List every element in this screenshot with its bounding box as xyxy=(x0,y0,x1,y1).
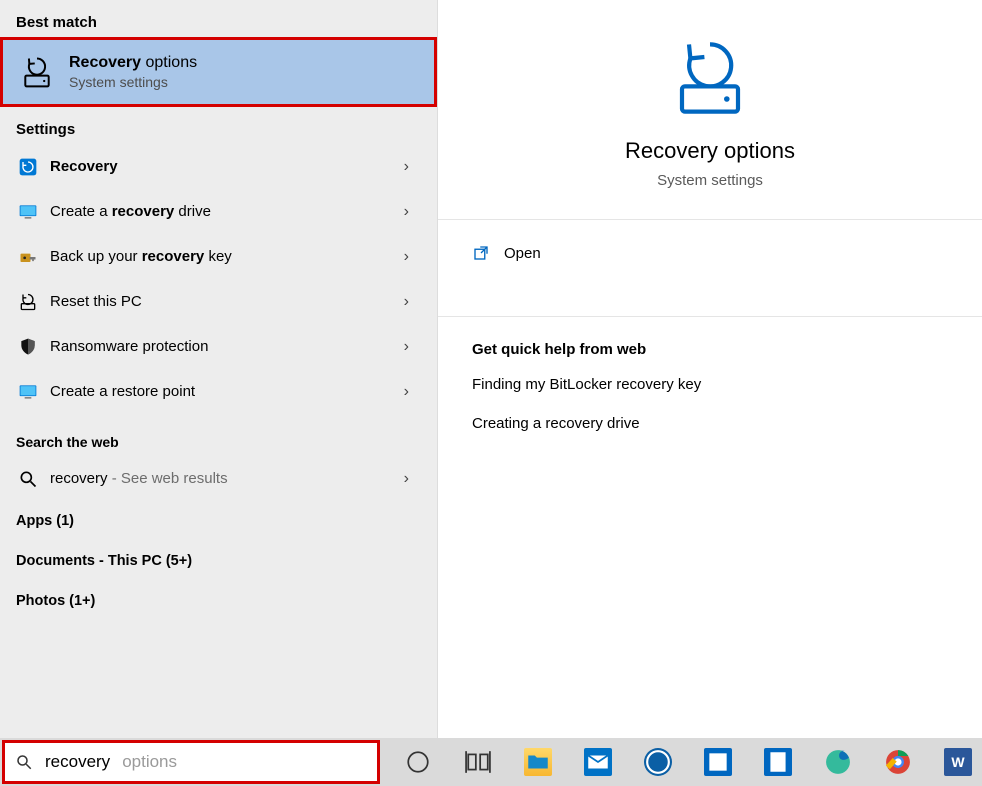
settings-item-reset-pc[interactable]: Reset this PC › xyxy=(0,279,437,324)
chevron-right-icon: › xyxy=(404,293,429,311)
settings-item-recovery-drive[interactable]: Create a recovery drive › xyxy=(0,189,437,234)
open-icon xyxy=(472,244,490,262)
search-icon xyxy=(18,469,50,489)
preview-subtitle: System settings xyxy=(657,172,763,189)
settings-item-label: Recovery xyxy=(50,158,404,175)
reset-drive-icon xyxy=(18,292,50,312)
open-action[interactable]: Open xyxy=(438,220,982,286)
settings-item-ransomware[interactable]: Ransomware protection › xyxy=(0,324,437,369)
best-match-title: Recovery options xyxy=(69,54,197,72)
cortana-button[interactable] xyxy=(394,742,442,782)
monitor-icon xyxy=(18,382,50,402)
help-link-recovery-drive[interactable]: Creating a recovery drive xyxy=(472,415,948,432)
file-explorer-button[interactable] xyxy=(514,742,562,782)
settings-item-recovery[interactable]: Recovery › xyxy=(0,144,437,189)
recovery-drive-hero-icon xyxy=(668,36,752,120)
chevron-right-icon: › xyxy=(404,203,429,221)
web-result-label: recovery - See web results xyxy=(50,470,404,487)
app-tile-2-button[interactable] xyxy=(754,742,802,782)
chevron-right-icon: › xyxy=(404,383,429,401)
chevron-right-icon: › xyxy=(404,248,429,266)
search-icon xyxy=(15,753,33,771)
key-icon xyxy=(18,247,50,267)
search-typed-text: recovery xyxy=(45,752,110,772)
chrome-button[interactable] xyxy=(874,742,922,782)
settings-item-label: Back up your recovery key xyxy=(50,248,404,265)
group-apps[interactable]: Apps (1) xyxy=(0,501,437,541)
taskbar: recovery options W xyxy=(0,738,982,786)
taskbar-search-box[interactable]: recovery options xyxy=(2,740,380,784)
settings-item-restore-point[interactable]: Create a restore point › xyxy=(0,369,437,414)
group-photos[interactable]: Photos (1+) xyxy=(0,581,437,621)
help-header: Get quick help from web xyxy=(472,341,948,358)
recovery-drive-icon xyxy=(19,54,55,90)
group-documents[interactable]: Documents - This PC (5+) xyxy=(0,541,437,581)
settings-list: Recovery › Create a recovery drive › Bac… xyxy=(0,144,437,418)
edge-button[interactable] xyxy=(814,742,862,782)
preview-panel: Recovery options System settings Open Ge… xyxy=(437,0,982,738)
web-result[interactable]: recovery - See web results › xyxy=(0,456,437,501)
search-results-panel: Best match Recovery options System setti… xyxy=(0,0,437,738)
help-link-bitlocker[interactable]: Finding my BitLocker recovery key xyxy=(472,376,948,393)
dell-app-button[interactable] xyxy=(634,742,682,782)
chevron-right-icon: › xyxy=(404,470,429,488)
settings-item-label: Reset this PC xyxy=(50,293,404,310)
settings-item-backup-key[interactable]: Back up your recovery key › xyxy=(0,234,437,279)
best-match-subtitle: System settings xyxy=(69,74,197,90)
shield-icon xyxy=(18,337,50,357)
best-match-header: Best match xyxy=(0,0,437,37)
chevron-right-icon: › xyxy=(404,158,429,176)
web-header: Search the web xyxy=(0,418,437,456)
word-button[interactable]: W xyxy=(934,742,982,782)
app-tile-1-button[interactable] xyxy=(694,742,742,782)
settings-item-label: Ransomware protection xyxy=(50,338,404,355)
recovery-icon xyxy=(18,157,50,177)
open-label: Open xyxy=(504,245,541,262)
monitor-icon xyxy=(18,202,50,222)
settings-item-label: Create a restore point xyxy=(50,383,404,400)
settings-item-label: Create a recovery drive xyxy=(50,203,404,220)
search-ghost-text: options xyxy=(122,752,177,772)
mail-button[interactable] xyxy=(574,742,622,782)
settings-header: Settings xyxy=(0,107,437,144)
preview-title: Recovery options xyxy=(625,138,795,164)
chevron-right-icon: › xyxy=(404,338,429,356)
task-view-button[interactable] xyxy=(454,742,502,782)
best-match-result[interactable]: Recovery options System settings xyxy=(0,37,437,107)
